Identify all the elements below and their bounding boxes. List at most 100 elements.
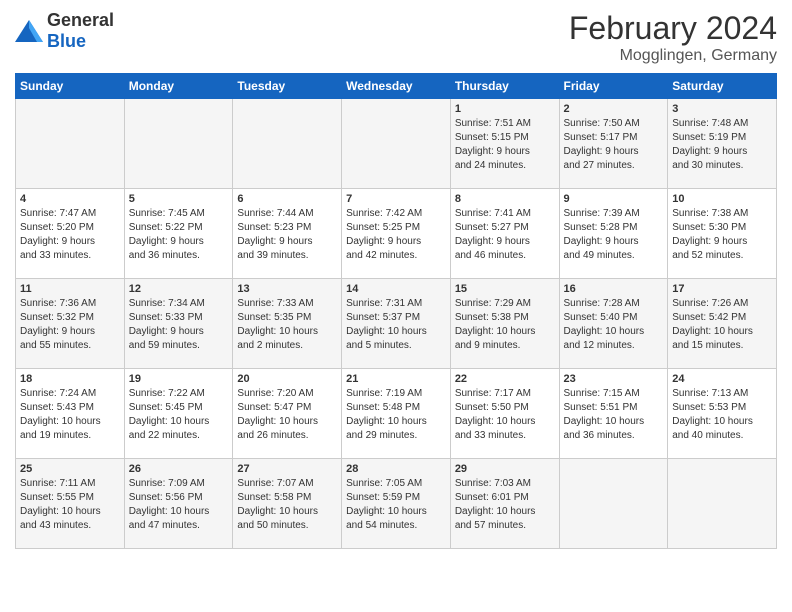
day-info: Sunrise: 7:39 AMSunset: 5:28 PMDaylight:… — [564, 207, 664, 263]
calendar-cell: 11Sunrise: 7:36 AMSunset: 5:32 PMDayligh… — [16, 279, 125, 369]
day-number: 16 — [564, 283, 664, 295]
logo: General Blue — [15, 10, 114, 52]
day-info: Sunrise: 7:11 AMSunset: 5:55 PMDaylight:… — [20, 477, 120, 533]
logo-general: General — [47, 10, 114, 30]
day-of-week-header: Saturday — [668, 74, 777, 99]
day-info: Sunrise: 7:47 AMSunset: 5:20 PMDaylight:… — [20, 207, 120, 263]
day-number: 18 — [20, 373, 120, 385]
day-number: 1 — [455, 103, 555, 115]
day-info: Sunrise: 7:41 AMSunset: 5:27 PMDaylight:… — [455, 207, 555, 263]
logo-text: General Blue — [47, 10, 114, 52]
day-number: 29 — [455, 463, 555, 475]
day-info: Sunrise: 7:20 AMSunset: 5:47 PMDaylight:… — [237, 387, 337, 443]
day-number: 23 — [564, 373, 664, 385]
day-info: Sunrise: 7:34 AMSunset: 5:33 PMDaylight:… — [129, 297, 229, 353]
calendar-cell: 28 Sunrise: 7:05 AMSunset: 5:59 PMDayligh… — [342, 459, 451, 549]
day-info: Sunrise: 7:05 AMSunset: 5:59 PMDaylight:… — [346, 477, 446, 533]
day-info: Sunrise: 7:38 AMSunset: 5:30 PMDaylight:… — [672, 207, 772, 263]
day-of-week-header: Monday — [124, 74, 233, 99]
calendar-cell: 7Sunrise: 7:42 AMSunset: 5:25 PMDaylight… — [342, 189, 451, 279]
day-of-week-header: Tuesday — [233, 74, 342, 99]
calendar-cell — [559, 459, 668, 549]
day-number: 21 — [346, 373, 446, 385]
calendar-cell: 9 Sunrise: 7:39 AMSunset: 5:28 PMDaylight… — [559, 189, 668, 279]
day-number: 22 — [455, 373, 555, 385]
calendar-table: SundayMondayTuesdayWednesdayThursdayFrid… — [15, 73, 777, 549]
day-number: 10 — [672, 193, 772, 205]
day-info: Sunrise: 7:31 AMSunset: 5:37 PMDaylight:… — [346, 297, 446, 353]
day-info: Sunrise: 7:13 AMSunset: 5:53 PMDaylight:… — [672, 387, 772, 443]
calendar-cell: 15Sunrise: 7:29 AMSunset: 5:38 PMDayligh… — [450, 279, 559, 369]
day-info: Sunrise: 7:07 AMSunset: 5:58 PMDaylight:… — [237, 477, 337, 533]
day-number: 19 — [129, 373, 229, 385]
day-info: Sunrise: 7:19 AMSunset: 5:48 PMDaylight:… — [346, 387, 446, 443]
day-of-week-header: Wednesday — [342, 74, 451, 99]
calendar-week-row: 1 Sunrise: 7:51 AMSunset: 5:15 PMDaylight… — [16, 99, 777, 189]
calendar-cell: 6Sunrise: 7:44 AMSunset: 5:23 PMDaylight… — [233, 189, 342, 279]
day-info: Sunrise: 7:51 AMSunset: 5:15 PMDaylight:… — [455, 117, 555, 173]
logo-icon — [15, 20, 43, 42]
calendar-cell: 23 Sunrise: 7:15 AMSunset: 5:51 PMDayligh… — [559, 369, 668, 459]
calendar-header-row: SundayMondayTuesdayWednesdayThursdayFrid… — [16, 74, 777, 99]
calendar-cell — [342, 99, 451, 189]
calendar-cell: 12 Sunrise: 7:34 AMSunset: 5:33 PMDayligh… — [124, 279, 233, 369]
day-number: 17 — [672, 283, 772, 295]
day-of-week-header: Thursday — [450, 74, 559, 99]
page-header: General Blue February 2024 Mogglingen, G… — [15, 10, 777, 65]
day-number: 4 — [20, 193, 120, 205]
calendar-cell: 27Sunrise: 7:07 AMSunset: 5:58 PMDayligh… — [233, 459, 342, 549]
calendar-cell: 22 Sunrise: 7:17 AMSunset: 5:50 PMDayligh… — [450, 369, 559, 459]
logo-blue: Blue — [47, 31, 86, 51]
calendar-cell: 21 Sunrise: 7:19 AMSunset: 5:48 PMDayligh… — [342, 369, 451, 459]
day-number: 26 — [129, 463, 229, 475]
calendar-cell: 16 Sunrise: 7:28 AMSunset: 5:40 PMDayligh… — [559, 279, 668, 369]
day-number: 25 — [20, 463, 120, 475]
calendar-cell: 19 Sunrise: 7:22 AMSunset: 5:45 PMDayligh… — [124, 369, 233, 459]
day-info: Sunrise: 7:36 AMSunset: 5:32 PMDaylight:… — [20, 297, 120, 353]
day-info: Sunrise: 7:09 AMSunset: 5:56 PMDaylight:… — [129, 477, 229, 533]
day-info: Sunrise: 7:33 AMSunset: 5:35 PMDaylight:… — [237, 297, 337, 353]
day-number: 6 — [237, 193, 337, 205]
calendar-cell — [124, 99, 233, 189]
calendar-cell: 17 Sunrise: 7:26 AMSunset: 5:42 PMDayligh… — [668, 279, 777, 369]
calendar-cell: 20 Sunrise: 7:20 AMSunset: 5:47 PMDayligh… — [233, 369, 342, 459]
day-number: 12 — [129, 283, 229, 295]
day-info: Sunrise: 7:17 AMSunset: 5:50 PMDaylight:… — [455, 387, 555, 443]
day-info: Sunrise: 7:24 AMSunset: 5:43 PMDaylight:… — [20, 387, 120, 443]
title-block: February 2024 Mogglingen, Germany — [569, 10, 777, 65]
day-info: Sunrise: 7:48 AMSunset: 5:19 PMDaylight:… — [672, 117, 772, 173]
day-number: 13 — [237, 283, 337, 295]
day-info: Sunrise: 7:28 AMSunset: 5:40 PMDaylight:… — [564, 297, 664, 353]
day-number: 24 — [672, 373, 772, 385]
day-info: Sunrise: 7:29 AMSunset: 5:38 PMDaylight:… — [455, 297, 555, 353]
day-number: 8 — [455, 193, 555, 205]
calendar-week-row: 11Sunrise: 7:36 AMSunset: 5:32 PMDayligh… — [16, 279, 777, 369]
day-number: 9 — [564, 193, 664, 205]
day-number: 14 — [346, 283, 446, 295]
day-number: 3 — [672, 103, 772, 115]
month-title: February 2024 — [569, 10, 777, 47]
calendar-cell — [233, 99, 342, 189]
day-of-week-header: Friday — [559, 74, 668, 99]
day-number: 20 — [237, 373, 337, 385]
calendar-cell — [16, 99, 125, 189]
day-info: Sunrise: 7:03 AMSunset: 6:01 PMDaylight:… — [455, 477, 555, 533]
day-info: Sunrise: 7:22 AMSunset: 5:45 PMDaylight:… — [129, 387, 229, 443]
calendar-cell: 3 Sunrise: 7:48 AMSunset: 5:19 PMDaylight… — [668, 99, 777, 189]
calendar-body: 1 Sunrise: 7:51 AMSunset: 5:15 PMDaylight… — [16, 99, 777, 549]
day-info: Sunrise: 7:26 AMSunset: 5:42 PMDaylight:… — [672, 297, 772, 353]
calendar-cell: 13 Sunrise: 7:33 AMSunset: 5:35 PMDayligh… — [233, 279, 342, 369]
day-info: Sunrise: 7:42 AMSunset: 5:25 PMDaylight:… — [346, 207, 446, 263]
calendar-cell — [668, 459, 777, 549]
day-of-week-header: Sunday — [16, 74, 125, 99]
calendar-cell: 14 Sunrise: 7:31 AMSunset: 5:37 PMDayligh… — [342, 279, 451, 369]
day-info: Sunrise: 7:15 AMSunset: 5:51 PMDaylight:… — [564, 387, 664, 443]
calendar-cell: 18 Sunrise: 7:24 AMSunset: 5:43 PMDayligh… — [16, 369, 125, 459]
day-number: 2 — [564, 103, 664, 115]
calendar-cell: 4 Sunrise: 7:47 AMSunset: 5:20 PMDaylight… — [16, 189, 125, 279]
day-number: 28 — [346, 463, 446, 475]
calendar-week-row: 18 Sunrise: 7:24 AMSunset: 5:43 PMDayligh… — [16, 369, 777, 459]
calendar-cell: 29 Sunrise: 7:03 AMSunset: 6:01 PMDayligh… — [450, 459, 559, 549]
location-title: Mogglingen, Germany — [569, 47, 777, 65]
calendar-cell: 2Sunrise: 7:50 AMSunset: 5:17 PMDaylight… — [559, 99, 668, 189]
